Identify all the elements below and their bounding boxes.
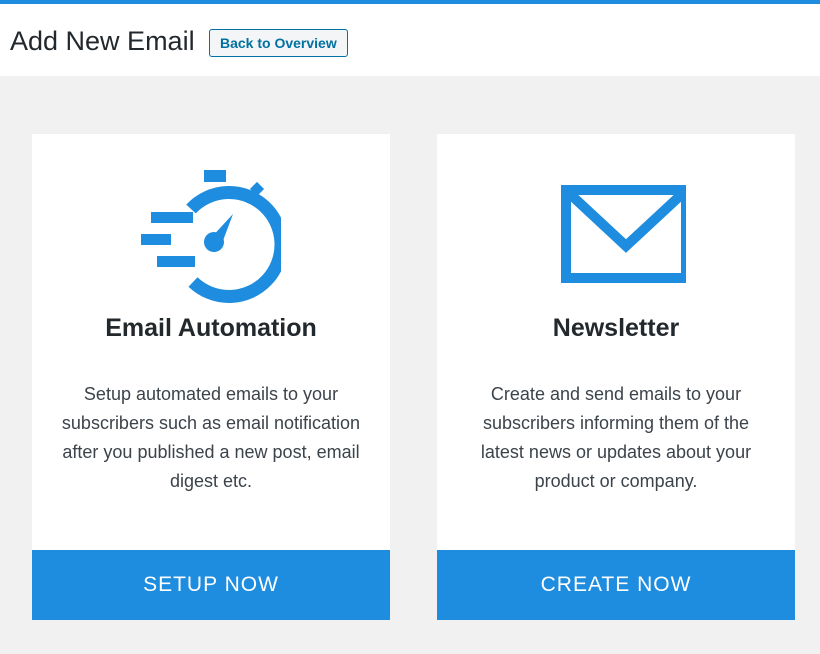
page-title: Add New Email [10, 26, 195, 56]
newsletter-card: Newsletter Create and send emails to you… [437, 134, 795, 620]
card-description: Create and send emails to your subscribe… [480, 384, 752, 491]
card-description: Setup automated emails to your subscribe… [61, 384, 361, 491]
back-to-overview-button[interactable]: Back to Overview [209, 29, 348, 57]
page-header: Add New Email Back to Overview [0, 4, 820, 76]
create-now-button[interactable]: CREATE NOW [437, 550, 795, 620]
stopwatch-icon [32, 164, 390, 304]
email-automation-card: Email Automation Setup automated emails … [32, 134, 390, 620]
setup-now-button[interactable]: SETUP NOW [32, 550, 390, 620]
card-title: Newsletter [552, 314, 680, 342]
envelope-icon [437, 164, 795, 304]
card-title: Email Automation [105, 314, 317, 342]
